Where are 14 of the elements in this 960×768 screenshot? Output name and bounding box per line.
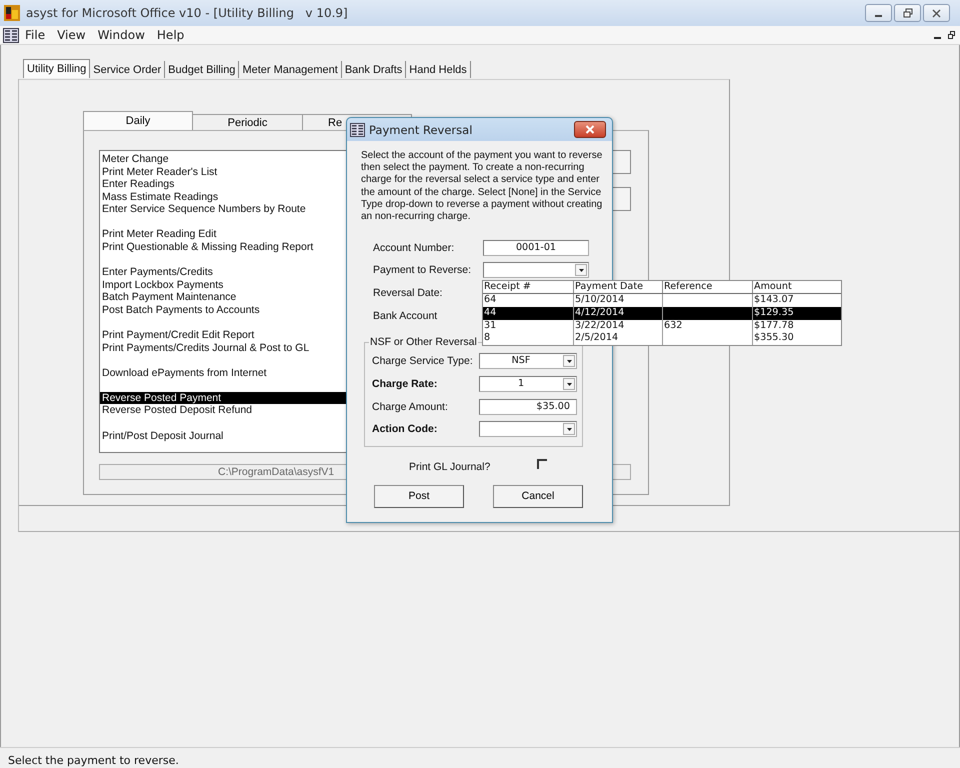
field-label: Reversal Date: [373,286,444,299]
field-label: Account Number: [373,242,456,254]
checkbox-label: Print GL Journal? [409,460,492,473]
window-title: asyst for Microsoft Office v10 - [Utility Billing v 10.9] [26,6,348,20]
group-title: NSF or Other Reversal [369,336,478,348]
field-label: Charge Rate: [372,378,438,390]
field-label: Bank Account [373,310,438,322]
field-label: Charge Amount: [372,400,449,413]
status-bar: Select the payment to reverse. [0,747,960,768]
instructions-text: Select the account of the payment you want to reverse then select the payment. To create a non-recurring charge for the reversal select a service type and enter the amount of the charge. Select [None] in the Service Type drop-down to reverse a payment without creating an non-recurring charge. [361,150,603,224]
field-label: Payment to Reverse: [373,264,472,276]
field-label: Charge Service Type: [372,355,474,368]
dialog-title: Payment Reversal [369,122,472,136]
field-label: Action Code: [372,423,438,436]
